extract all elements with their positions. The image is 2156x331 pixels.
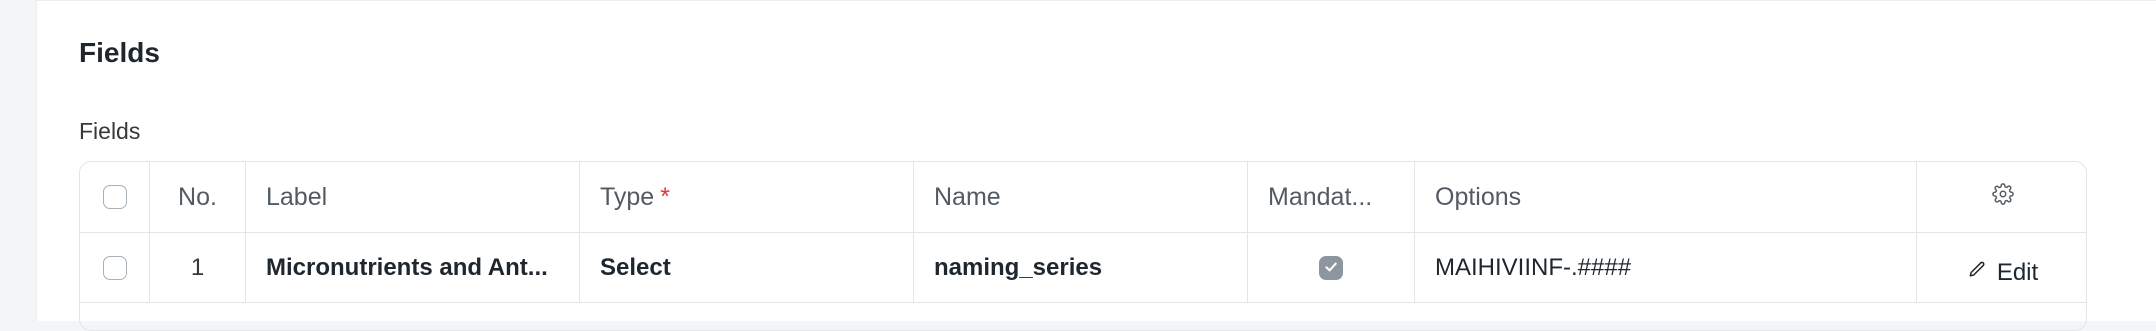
column-header-label[interactable]: Label (246, 162, 580, 232)
column-settings-cell (1917, 162, 2086, 232)
fields-section-card: Fields Fields No. Label Type * Name Mand… (36, 0, 2156, 331)
row-type-cell[interactable]: Select (580, 233, 914, 302)
mandatory-checkbox[interactable] (1319, 254, 1343, 282)
column-header-options[interactable]: Options (1415, 162, 1917, 232)
row-label: Micronutrients and Ant... (266, 253, 548, 281)
edit-row-button[interactable]: Edit (1967, 259, 2038, 287)
check-icon (1323, 254, 1339, 282)
row-label-cell[interactable]: Micronutrients and Ant... (246, 233, 580, 302)
row-number: 1 (150, 233, 246, 302)
row-select-cell (80, 233, 150, 302)
column-header-mandatory[interactable]: Mandat... (1248, 162, 1415, 232)
table-header-row: No. Label Type * Name Mandat... Options (80, 162, 2086, 233)
section-title: Fields (79, 37, 160, 68)
select-all-checkbox[interactable] (102, 185, 127, 209)
pencil-icon (1967, 259, 1987, 287)
fields-table-label: Fields (79, 118, 141, 144)
gear-icon[interactable] (1991, 182, 2014, 212)
required-mark: * (660, 182, 670, 211)
fields-table: No. Label Type * Name Mandat... Options (79, 161, 2087, 331)
table-row[interactable]: 1 Micronutrients and Ant... Select namin… (80, 233, 2086, 303)
row-options-cell[interactable]: MAIHIVIINF-.#### (1415, 233, 1917, 302)
column-header-type-text: Type (600, 182, 655, 211)
edit-button-label: Edit (1996, 258, 2039, 286)
row-mandatory-cell (1248, 233, 1415, 302)
row-select-checkbox[interactable] (102, 255, 127, 280)
row-edit-cell: Edit (1917, 233, 2086, 302)
column-header-name[interactable]: Name (914, 162, 1248, 232)
row-name-cell[interactable]: naming_series (914, 233, 1248, 302)
header-select-all-cell (80, 162, 150, 232)
column-header-no: No. (150, 162, 246, 232)
column-header-type[interactable]: Type * (580, 162, 914, 232)
